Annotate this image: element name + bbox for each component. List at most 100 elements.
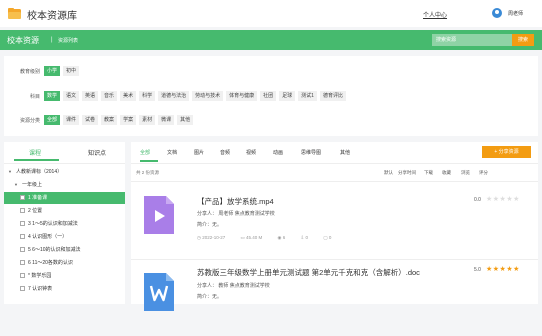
category-chip[interactable]: 微课 <box>158 115 175 125</box>
tree-item-label: 人教新课标（2014） <box>16 169 63 175</box>
resource-title[interactable]: 【产品】放学系统.mp4 <box>197 196 274 207</box>
section-subtitle: 资源列表 <box>58 38 79 44</box>
course-sidebar: 课程 知识点 ▼ 人教新课标（2014） ▼ 一年级上 1 准备课 2 位置 3 1～5的认… <box>4 142 125 304</box>
filter-label-category: 资源分类 <box>19 117 40 124</box>
resource-card[interactable]: 【产品】放学系统.mp4 分享人： 周老师 焦点教育测试学校 简介：无。 ◷ 2… <box>131 184 538 259</box>
comments-stat: ▢ 0 <box>323 235 332 240</box>
resource-views: 6 <box>282 235 286 240</box>
rating-stars: ★★★★★ <box>486 196 520 203</box>
subject-chip[interactable]: 数学 <box>44 91 61 101</box>
tree-item-label: 5 6～10的认识和加减法 <box>28 247 81 253</box>
resource-score: 5.0 <box>474 267 481 273</box>
resource-downloads: 0 <box>305 235 309 240</box>
tree-item[interactable]: 2 位置 <box>4 205 125 217</box>
checkbox[interactable] <box>20 234 25 240</box>
expand-toggle-icon[interactable]: ▼ <box>8 166 16 178</box>
tree-item-label: * 数学乐园 <box>28 273 52 279</box>
level-chip[interactable]: 初中 <box>63 66 80 76</box>
subject-chip[interactable]: 足球 <box>279 91 296 101</box>
category-chip[interactable]: 学案 <box>120 115 137 125</box>
subject-chip[interactable]: 体育与健康 <box>226 91 258 101</box>
tree-item[interactable]: * 数学乐园 <box>4 270 125 282</box>
user-name[interactable]: 周老师 <box>508 10 523 17</box>
active-type-tab-indicator <box>140 160 158 162</box>
subject-chip[interactable]: 劳动与技术 <box>192 91 224 101</box>
video-file-icon <box>144 196 174 234</box>
category-chip[interactable]: 试卷 <box>82 115 99 125</box>
tree-item[interactable]: 5 6～10的认识和加减法 <box>4 244 125 256</box>
subject-chip[interactable]: 德育评比 <box>319 91 346 101</box>
type-tab[interactable]: 音频 <box>220 149 230 156</box>
tree-item-label: 2 位置 <box>28 208 43 214</box>
user-avatar-icon[interactable] <box>492 8 502 18</box>
rating-stars: ★★★★★ <box>486 266 520 273</box>
doc-file-icon <box>144 273 174 311</box>
category-chip[interactable]: 教案 <box>101 115 118 125</box>
resource-list-panel: 全部 文档 图片 音频 视频 动画 思维导图 其他 + 分享资源 共 2 份资源 默认 分享时间… <box>131 142 538 311</box>
checkbox[interactable] <box>20 260 25 266</box>
tab-knowledge-point[interactable]: 知识点 <box>88 148 106 157</box>
subject-chip[interactable]: 语文 <box>63 91 80 101</box>
tree-item[interactable]: 4 认识图形（一） <box>4 231 125 243</box>
resource-title[interactable]: 苏教版三年级数学上册单元测试题 第2单元千克和克（含解析）.doc <box>197 267 420 278</box>
type-tab[interactable]: 其他 <box>340 149 350 156</box>
subject-chip[interactable]: 社团 <box>260 91 277 101</box>
checkbox[interactable] <box>20 221 25 227</box>
resource-stats: ◷ 2022-10-27 ▭ 45.40 M ◉ 6 ⇩ 0 ▢ 0 <box>197 235 345 241</box>
type-tab[interactable]: 文档 <box>167 149 177 156</box>
expand-toggle-icon[interactable]: ▼ <box>14 179 22 191</box>
top-header: 校本资源库 个人中心 周老师 <box>0 0 542 27</box>
resource-score: 0.0 <box>474 197 481 203</box>
checkbox[interactable] <box>20 247 25 253</box>
category-chip[interactable]: 课件 <box>63 115 80 125</box>
tree-item-label: 3 1～5的认识和加减法 <box>28 221 78 227</box>
tab-course[interactable]: 课程 <box>29 148 41 157</box>
category-chip[interactable]: 全部 <box>44 115 61 125</box>
app-title: 校本资源库 <box>27 11 77 22</box>
tree-item-label: 4 认识图形（一） <box>28 234 68 240</box>
type-tab[interactable]: 思维导图 <box>301 149 321 156</box>
personal-center-link[interactable]: 个人中心 <box>423 10 447 19</box>
resource-card[interactable]: 苏教版三年级数学上册单元测试题 第2单元千克和克（含解析）.doc 分享人： 教… <box>131 261 538 336</box>
sort-option[interactable]: 下载 <box>424 170 433 176</box>
tree-item[interactable]: 7 认识钟表 <box>4 283 125 295</box>
type-tab[interactable]: 全部 <box>140 149 150 156</box>
tree-item[interactable]: 1 准备课 <box>4 192 125 204</box>
type-tab[interactable]: 动画 <box>273 149 283 156</box>
checkbox[interactable] <box>20 273 25 279</box>
type-tab[interactable]: 视频 <box>246 149 256 156</box>
date-stat: ◷ 2022-10-27 <box>197 235 226 240</box>
sort-option[interactable]: 收藏 <box>442 170 451 176</box>
tree-item[interactable]: 6 11～20各数的认识 <box>4 257 125 269</box>
type-tab[interactable]: 图片 <box>194 149 204 156</box>
subject-chip[interactable]: 美术 <box>120 91 137 101</box>
subject-chip[interactable]: 音乐 <box>101 91 118 101</box>
logo-icon <box>8 8 21 19</box>
tree-item-label: 6 11～20各数的认识 <box>28 260 73 266</box>
breadcrumb-separator: | <box>51 37 53 43</box>
sort-option[interactable]: 默认 <box>384 170 393 176</box>
subject-chip[interactable]: 科学 <box>139 91 156 101</box>
sort-option[interactable]: 浏览 <box>461 170 470 176</box>
subject-chip[interactable]: 测试1 <box>298 91 317 101</box>
checkbox[interactable] <box>20 208 25 214</box>
subject-chip[interactable]: 道德与法治 <box>158 91 190 101</box>
filter-row-category: 资源分类 全部 课件 试卷 教案 学案 素材 微课 其他 <box>4 114 196 126</box>
search-button[interactable]: 搜索 <box>512 34 534 46</box>
checkbox[interactable] <box>20 286 25 292</box>
category-chip[interactable]: 其他 <box>177 115 194 125</box>
sort-option[interactable]: 评分 <box>479 170 488 176</box>
search-input[interactable] <box>432 34 512 46</box>
tree-item[interactable]: 3 1～5的认识和加减法 <box>4 218 125 230</box>
category-chip[interactable]: 素材 <box>139 115 156 125</box>
checkbox[interactable] <box>20 195 25 201</box>
subject-chip[interactable]: 英语 <box>82 91 99 101</box>
tree-item[interactable]: ▼ 一年级上 <box>4 179 125 191</box>
resource-sharer: 分享人： 教师 焦点教育测试学校 <box>197 283 270 289</box>
filter-label-subject: 科目 <box>29 93 40 100</box>
share-resource-button[interactable]: + 分享资源 <box>482 146 531 158</box>
tree-item[interactable]: ▼ 人教新课标（2014） <box>4 166 125 178</box>
sort-option[interactable]: 分享时间 <box>398 170 416 176</box>
level-chip[interactable]: 小学 <box>44 66 61 76</box>
section-bar: 校本资源 | 资源列表 搜索 <box>0 30 542 50</box>
